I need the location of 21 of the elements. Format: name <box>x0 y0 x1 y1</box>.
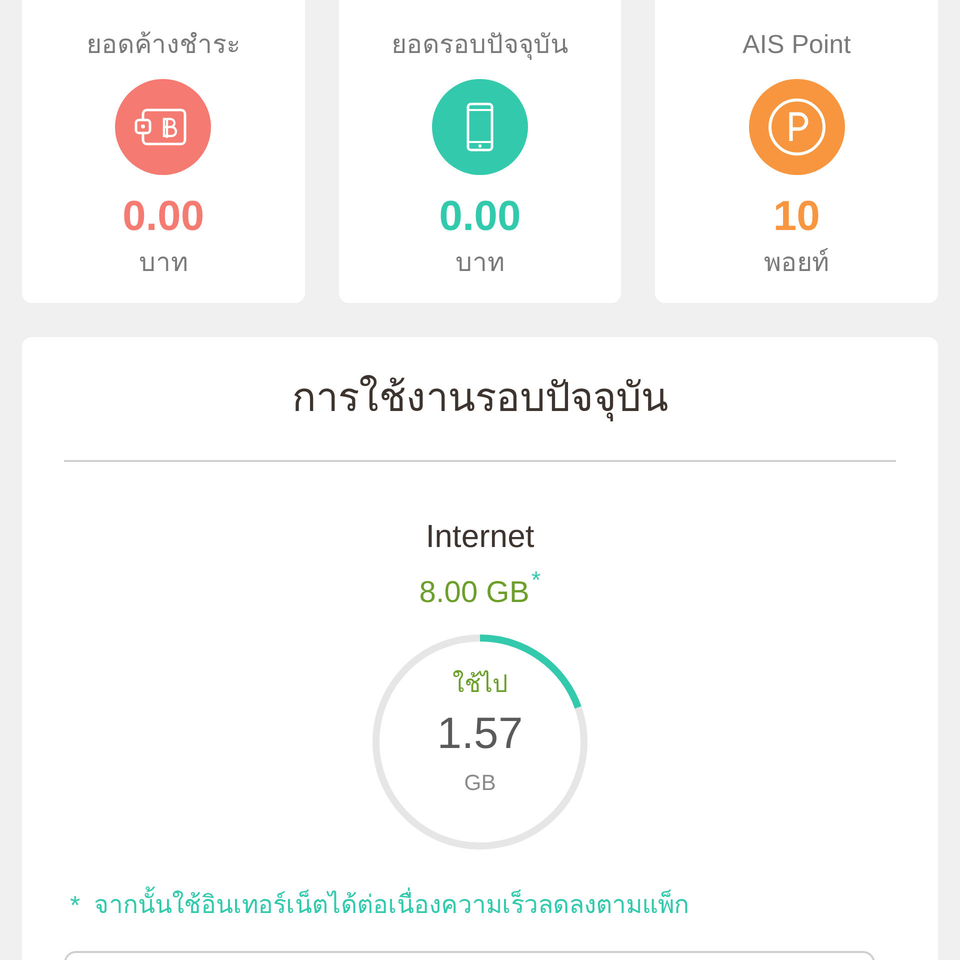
footnote-text: จากนั้นใช้อินเทอร์เน็ตได้ต่อเนื่องความเร็วลดลงตามแพ็ก <box>94 888 690 922</box>
card-title: ยอดรอบปัจจุบัน <box>391 28 568 60</box>
amount-value: 10 <box>773 192 820 240</box>
summary-card[interactable]: ยอดค้างชำระ 0.00 บาท <box>22 0 305 303</box>
footnote-mark: * <box>70 889 80 922</box>
summary-card[interactable]: ยอดรอบปัจจุบัน 0.00 บาท <box>338 0 622 303</box>
service-name: Internet <box>426 517 534 556</box>
quota-text: 8.00 GB <box>419 575 530 611</box>
used-unit: GB <box>464 769 496 797</box>
amount-value: 0.00 <box>439 192 521 240</box>
amount-unit: พอยท์ <box>764 247 830 277</box>
used-amount: 1.57 <box>437 709 523 759</box>
footnote-mark: * <box>531 569 541 593</box>
card-title: ยอดค้างชำระ <box>86 28 240 60</box>
card-title: AIS Point <box>742 28 851 60</box>
amount-unit: บาท <box>138 247 188 277</box>
amount-unit: บาท <box>455 247 504 277</box>
used-label: ใช้ไป <box>452 670 508 700</box>
amount-value: 0.00 <box>122 192 204 240</box>
usage-title: การใช้งานรอบปัจจุบัน <box>292 374 668 422</box>
summary-card[interactable]: AIS Point 10 พอยท์ <box>655 0 938 303</box>
